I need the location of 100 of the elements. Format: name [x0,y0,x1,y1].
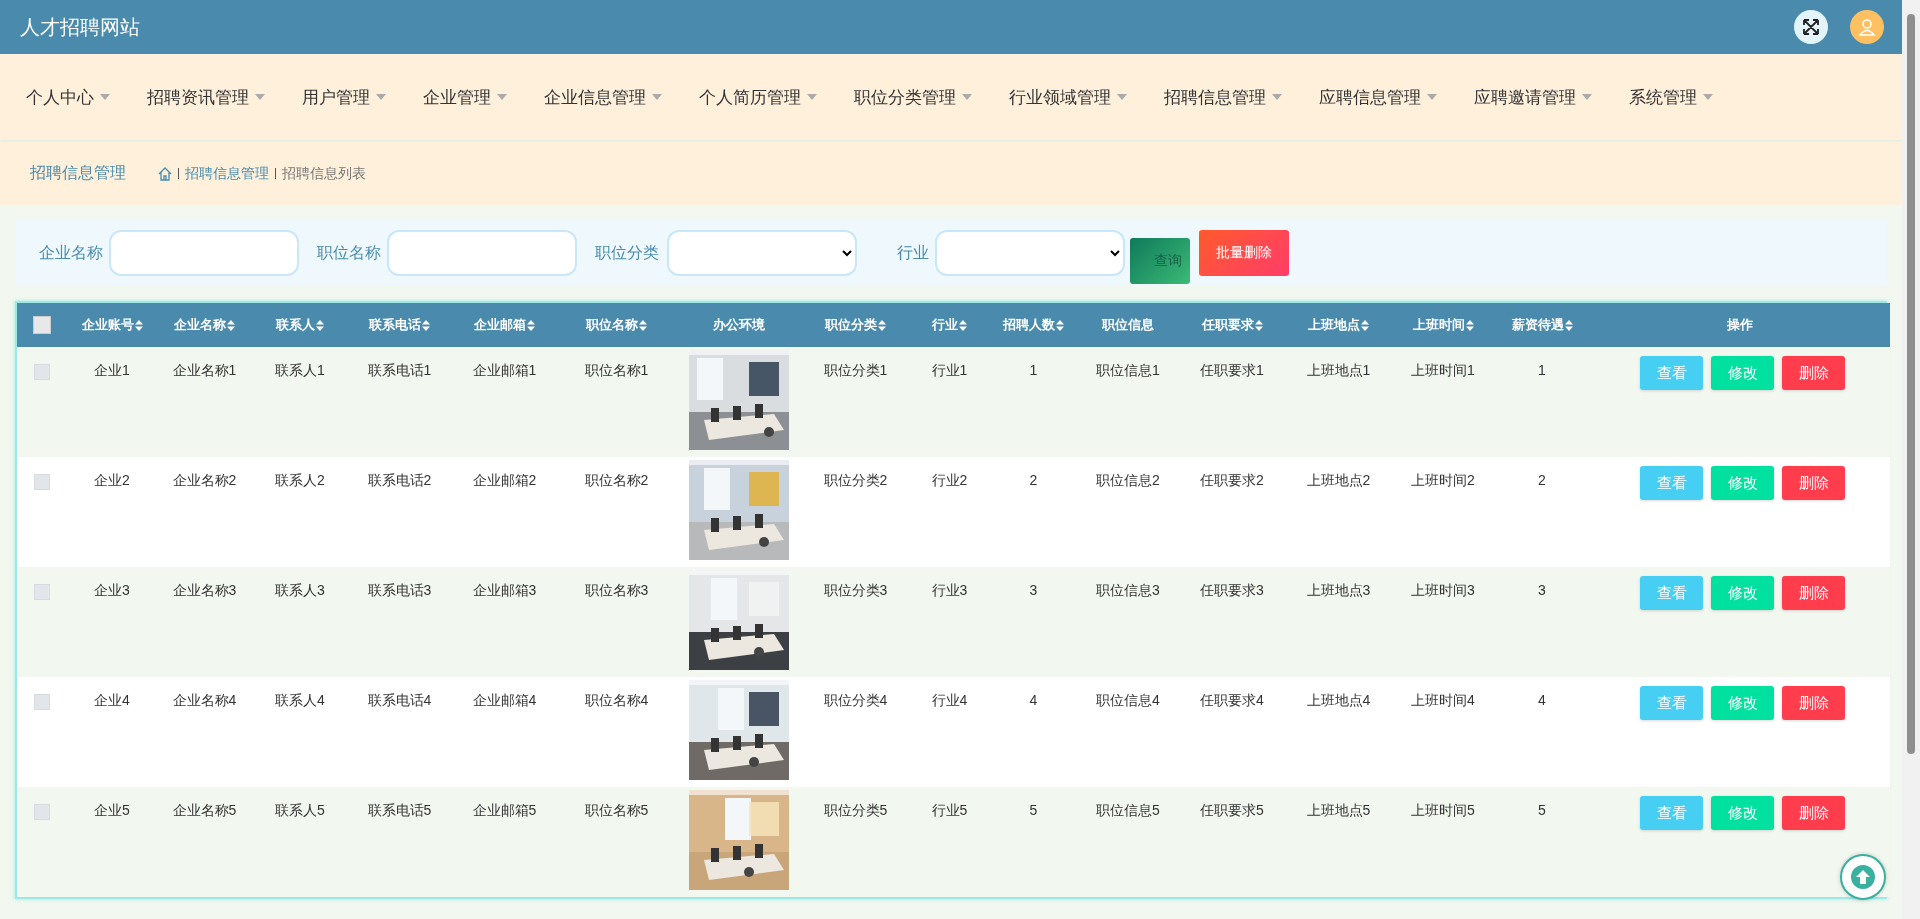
row-checkbox[interactable] [34,364,50,381]
table-cell: 联系电话4 [367,692,432,708]
input-field[interactable] [109,230,299,276]
delete-button[interactable]: 删除 [1782,796,1845,830]
caret-icon [1117,94,1127,100]
home-link[interactable] [158,166,172,181]
column-header[interactable]: 联系人 [276,316,324,334]
home-icon [158,166,172,181]
input-field[interactable] [387,230,577,276]
menu-item[interactable]: 个人中心 [26,85,110,109]
table-cell: 任职要求4 [1200,692,1264,708]
menu-item[interactable]: 企业管理 [423,85,507,109]
table-cell: 5 [1538,802,1546,818]
column-header[interactable]: 职位分类 [825,316,886,334]
table-cell: 联系电话1 [367,362,432,378]
row-checkbox[interactable] [34,804,50,821]
menu-item[interactable]: 招聘资讯管理 [147,85,265,109]
delete-button[interactable]: 删除 [1782,356,1845,390]
delete-button[interactable]: 删除 [1782,686,1845,720]
row-checkbox[interactable] [34,584,50,601]
column-header[interactable]: 企业邮箱 [474,316,535,334]
user-avatar-button[interactable] [1850,10,1884,44]
user-icon [1857,17,1877,37]
table-cell: 职位名称2 [584,472,649,488]
menu-item[interactable]: 应聘邀请管理 [1474,85,1592,109]
caret-icon [962,94,972,100]
menu-item[interactable]: 行业领域管理 [1009,85,1127,109]
field-label: 职位名称 [317,242,381,263]
row-checkbox[interactable] [34,474,50,491]
table-cell: 职位分类4 [823,692,888,708]
caret-icon [376,94,386,100]
table-cell: 企业邮箱1 [472,362,537,378]
sort-icon [959,319,967,331]
table-cell: 联系电话2 [367,472,432,488]
delete-button[interactable]: 删除 [1782,576,1845,610]
breadcrumb-item[interactable]: 招聘信息管理 [185,164,269,183]
table-cell: 企业名称3 [172,582,237,598]
table-cell: 职位分类3 [823,582,888,598]
column-header[interactable]: 任职要求 [1201,316,1263,334]
column-header[interactable]: 薪资待遇 [1511,316,1573,334]
sort-icon [1056,319,1064,331]
select-all-checkbox[interactable] [33,316,51,334]
table-cell: 行业2 [931,472,968,488]
table-cell: 上班地点1 [1306,362,1371,378]
table-cell: 企业邮箱2 [472,472,537,488]
select-field[interactable] [667,230,857,276]
table-cell: 企业4 [94,692,130,708]
column-header[interactable]: 企业账号 [81,316,143,334]
batch-delete-button[interactable]: 批量删除 [1199,230,1289,276]
select-field[interactable] [935,230,1125,276]
menu-item[interactable]: 招聘信息管理 [1164,85,1282,109]
table-cell: 企业名称1 [172,362,237,378]
table-cell: 1 [1538,362,1546,378]
table-cell: 上班时间5 [1411,802,1475,818]
column-header[interactable]: 上班地点 [1308,316,1369,334]
column-header[interactable]: 企业名称 [174,316,235,334]
search-button[interactable]: 查询 [1130,237,1190,284]
menu-item[interactable]: 职位分类管理 [854,85,972,109]
table-cell: 联系人1 [275,362,325,378]
table-cell: 职位名称5 [584,802,649,818]
sort-icon [878,319,886,331]
table-cell: 任职要求5 [1200,802,1264,818]
breadcrumb-item: 招聘信息列表 [282,164,366,183]
column-header[interactable]: 职位名称 [586,316,647,334]
table-cell: 企业名称5 [172,802,237,818]
table-cell: 企业邮箱4 [472,692,537,708]
menu-item[interactable]: 应聘信息管理 [1319,85,1437,109]
row-checkbox[interactable] [34,694,50,711]
arrow-up-icon [1850,864,1876,890]
column-header[interactable]: 联系电话 [369,316,430,334]
column-header[interactable]: 招聘人数 [1003,316,1064,334]
menu-item[interactable]: 企业信息管理 [544,85,662,109]
field-label: 企业名称 [39,242,103,263]
table-cell: 任职要求3 [1200,582,1264,598]
delete-button[interactable]: 删除 [1782,466,1845,500]
caret-icon [807,94,817,100]
menu-item[interactable]: 个人简历管理 [699,85,817,109]
sort-icon [134,319,143,331]
expand-icon [1802,18,1820,36]
table-cell: 行业4 [931,692,968,708]
table-cell: 上班地点5 [1306,802,1371,818]
table-cell: 任职要求2 [1200,472,1264,488]
field-label: 行业 [897,242,929,263]
column-header[interactable]: 上班时间 [1412,316,1474,334]
scrollbar[interactable] [1902,0,1920,919]
sort-icon [422,319,430,331]
table-cell: 3 [1029,582,1038,598]
fullscreen-button[interactable] [1794,10,1828,44]
sort-icon [527,319,535,331]
menu-item[interactable]: 系统管理 [1629,85,1713,109]
table-cell: 5 [1029,802,1038,818]
sort-icon [639,319,647,331]
table-cell: 职位信息2 [1096,472,1160,488]
table-cell: 1 [1029,362,1038,378]
column-header[interactable]: 行业 [932,316,967,334]
table-cell: 行业1 [931,362,968,378]
table-cell: 2 [1029,472,1038,488]
field-label: 职位分类 [595,242,659,263]
table-cell: 企业邮箱5 [472,802,537,818]
menu-item[interactable]: 用户管理 [302,85,386,109]
